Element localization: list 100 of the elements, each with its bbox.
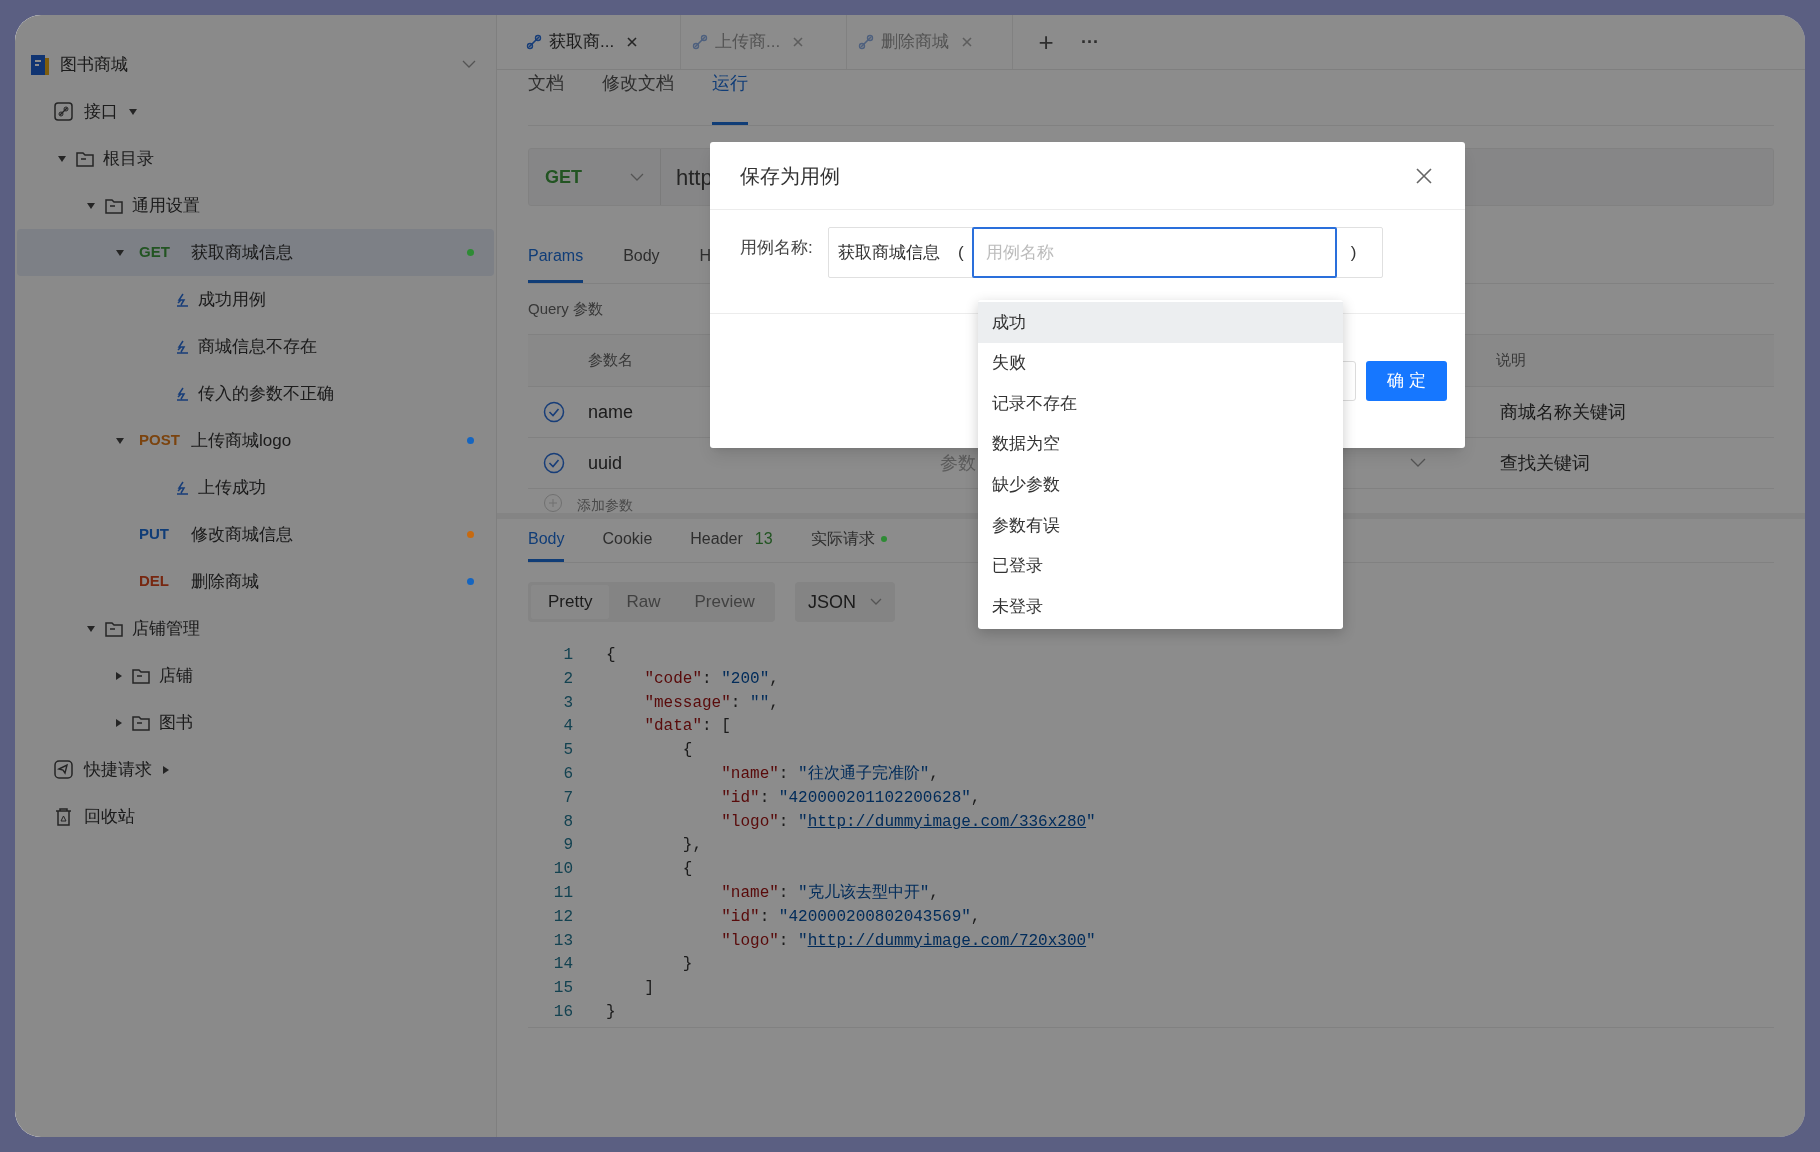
chevron-down-icon bbox=[630, 172, 644, 182]
line-number: 4 bbox=[562, 716, 573, 738]
code-line: "message": "", bbox=[643, 692, 779, 714]
line-number: 13 bbox=[552, 930, 573, 952]
code-line: } bbox=[606, 1001, 616, 1023]
add-tab-button[interactable]: + bbox=[1031, 22, 1061, 62]
confirm-button[interactable]: 确 定 bbox=[1366, 361, 1447, 401]
param-name: name bbox=[588, 400, 635, 424]
checkbox[interactable] bbox=[543, 401, 565, 423]
method-tag: DEL bbox=[139, 570, 183, 593]
code-line: "id": "420000200802043569", bbox=[720, 906, 981, 928]
menu-item[interactable]: 数据为空 bbox=[978, 423, 1343, 465]
section-label[interactable]: 回收站 bbox=[84, 803, 135, 830]
param-description: 商城名称关键词 bbox=[1500, 400, 1626, 424]
code-line: "code": "200", bbox=[643, 668, 779, 690]
code-line: "id": "420000201102200628", bbox=[720, 787, 981, 809]
line-number: 1 bbox=[562, 645, 573, 666]
more-button[interactable]: ··· bbox=[1075, 28, 1105, 56]
column-header: 参数名 bbox=[588, 350, 633, 371]
line-number: 10 bbox=[552, 859, 573, 881]
chevron-down-icon bbox=[869, 598, 882, 606]
link-icon bbox=[525, 33, 543, 51]
link-icon bbox=[691, 33, 709, 51]
api-label: 上传商城logo bbox=[191, 429, 293, 452]
folder-label[interactable]: 店铺管理 bbox=[132, 615, 200, 642]
folder-label[interactable]: 图书 bbox=[159, 709, 193, 736]
tab[interactable]: H bbox=[699, 244, 712, 283]
api-item[interactable]: DEL 删除商城 bbox=[17, 558, 494, 605]
checkbox[interactable] bbox=[543, 452, 565, 474]
tab[interactable]: 文档 bbox=[528, 70, 564, 125]
request-tab[interactable]: 获取商... bbox=[515, 15, 681, 69]
close-button[interactable] bbox=[1415, 165, 1435, 186]
method-tag: GET bbox=[139, 241, 183, 264]
method-tag: PUT bbox=[139, 523, 183, 546]
menu-item[interactable]: 失败 bbox=[978, 342, 1343, 384]
line-number: 12 bbox=[552, 906, 573, 928]
line-number: 16 bbox=[552, 1001, 573, 1023]
section-label[interactable]: 快捷请求 bbox=[84, 756, 152, 783]
chevron-down-icon bbox=[1410, 458, 1426, 468]
lightning-icon bbox=[174, 338, 190, 355]
menu-item[interactable]: 缺少参数 bbox=[978, 464, 1343, 505]
code-line: "logo": "http://dummyimage.com/720x300" bbox=[720, 930, 1096, 952]
param-name: uuid bbox=[588, 451, 624, 475]
view-mode-tab[interactable]: Raw bbox=[609, 585, 678, 619]
api-item[interactable]: GET 获取商城信息 bbox=[17, 229, 494, 276]
line-number: 6 bbox=[562, 764, 573, 785]
format-dropdown[interactable]: JSON bbox=[794, 582, 895, 622]
tab[interactable]: Header 13 bbox=[690, 519, 773, 562]
book-logo-icon bbox=[30, 53, 50, 76]
view-mode-tab[interactable]: Pretty bbox=[531, 585, 610, 619]
section-title: Query 参数 bbox=[528, 298, 603, 319]
close-icon bbox=[961, 36, 973, 48]
dialog-title: 保存为用例 bbox=[740, 163, 840, 189]
menu-item[interactable]: 参数有误 bbox=[978, 504, 1343, 546]
code-line: { bbox=[681, 859, 693, 881]
code-line: { bbox=[606, 645, 616, 666]
trash-icon bbox=[53, 806, 74, 827]
menu-item[interactable]: 成功 bbox=[978, 302, 1343, 343]
api-item[interactable]: POST 上传商城logo bbox=[17, 417, 494, 464]
tab[interactable]: Body bbox=[528, 519, 565, 562]
view-mode-tab[interactable]: Preview bbox=[677, 585, 772, 619]
case-label[interactable]: 商城信息不存在 bbox=[198, 333, 317, 360]
section-label[interactable]: 接口 bbox=[84, 98, 118, 125]
method-tag: POST bbox=[139, 429, 183, 452]
close-icon bbox=[626, 36, 639, 48]
tab[interactable]: Body bbox=[623, 244, 660, 283]
folder-label[interactable]: 通用设置 bbox=[132, 192, 200, 219]
line-number: 5 bbox=[562, 740, 573, 762]
case-name-field[interactable]: 获取商城信息 ( 用例名称 ) bbox=[828, 227, 1383, 278]
close-icon bbox=[792, 36, 805, 48]
tab[interactable]: Params bbox=[528, 244, 584, 283]
api-item[interactable]: PUT 修改商城信息 bbox=[17, 511, 494, 558]
add-param-link[interactable]: 添加参数 bbox=[577, 497, 633, 513]
code-line: "name": "克儿该去型中开", bbox=[720, 882, 939, 904]
case-label[interactable]: 上传成功 bbox=[198, 474, 266, 501]
tab[interactable]: 修改文档 bbox=[602, 70, 674, 125]
column-header: 说明 bbox=[1496, 350, 1526, 371]
plug-icon bbox=[53, 101, 74, 122]
case-label[interactable]: 传入的参数不正确 bbox=[198, 380, 334, 407]
add-icon bbox=[543, 493, 563, 513]
lightning-icon bbox=[174, 385, 190, 402]
project-title: 图书商城 bbox=[60, 53, 129, 76]
line-number: 3 bbox=[562, 692, 573, 714]
menu-item[interactable]: 记录不存在 bbox=[978, 383, 1343, 424]
tab[interactable]: Cookie bbox=[602, 519, 653, 562]
link-icon bbox=[857, 33, 875, 51]
line-number: 11 bbox=[552, 882, 573, 904]
chevron-down-icon bbox=[462, 60, 476, 69]
folder-label[interactable]: 根目录 bbox=[103, 145, 154, 172]
case-label[interactable]: 成功用例 bbox=[198, 286, 266, 313]
menu-item[interactable]: 未登录 bbox=[978, 586, 1343, 627]
tab[interactable]: 实际请求 bbox=[810, 519, 887, 562]
tab[interactable]: 运行 bbox=[712, 70, 748, 125]
menu-item[interactable]: 已登录 bbox=[978, 545, 1343, 587]
folder-label[interactable]: 店铺 bbox=[159, 662, 193, 689]
code-line: "name": "往次通子完准阶", bbox=[720, 763, 939, 785]
api-label: 获取商城信息 bbox=[191, 241, 294, 264]
line-number: 8 bbox=[562, 811, 573, 833]
field-label: 用例名称: bbox=[740, 237, 814, 259]
line-number: 9 bbox=[562, 835, 573, 857]
